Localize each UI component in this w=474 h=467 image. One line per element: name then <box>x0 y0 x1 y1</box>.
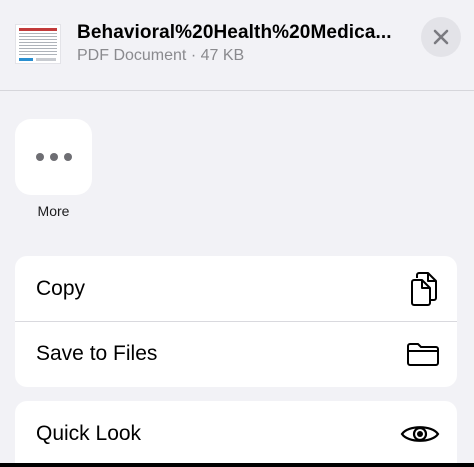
more-action-button[interactable] <box>15 119 92 195</box>
ellipsis-icon <box>35 153 72 161</box>
more-action-label: More <box>37 203 70 219</box>
copy-label: Copy <box>36 276 86 300</box>
pdf-thumbnail <box>15 24 61 64</box>
screen-bottom-edge <box>0 463 474 467</box>
action-list-group-2: Quick Look <box>15 401 457 467</box>
save-to-files-label: Save to Files <box>36 342 158 365</box>
xmark-icon <box>433 29 449 45</box>
file-name: Behavioral%20Health%20Medica... <box>77 22 392 43</box>
share-sheet: Behavioral%20Health%20Medica... PDF Docu… <box>0 0 474 467</box>
file-meta: PDF Document · 47 KB <box>77 47 245 64</box>
close-button[interactable] <box>421 17 461 57</box>
copy-icon <box>408 271 440 307</box>
quick-look-row[interactable]: Quick Look <box>15 401 457 466</box>
copy-row[interactable]: Copy <box>15 256 457 321</box>
share-sheet-header: Behavioral%20Health%20Medica... PDF Docu… <box>0 0 474 91</box>
action-list-group: Copy Save to Files <box>15 256 457 387</box>
quick-look-label: Quick Look <box>36 421 142 445</box>
eye-icon <box>400 421 440 447</box>
folder-icon <box>406 341 440 367</box>
save-to-files-row[interactable]: Save to Files <box>15 321 457 386</box>
